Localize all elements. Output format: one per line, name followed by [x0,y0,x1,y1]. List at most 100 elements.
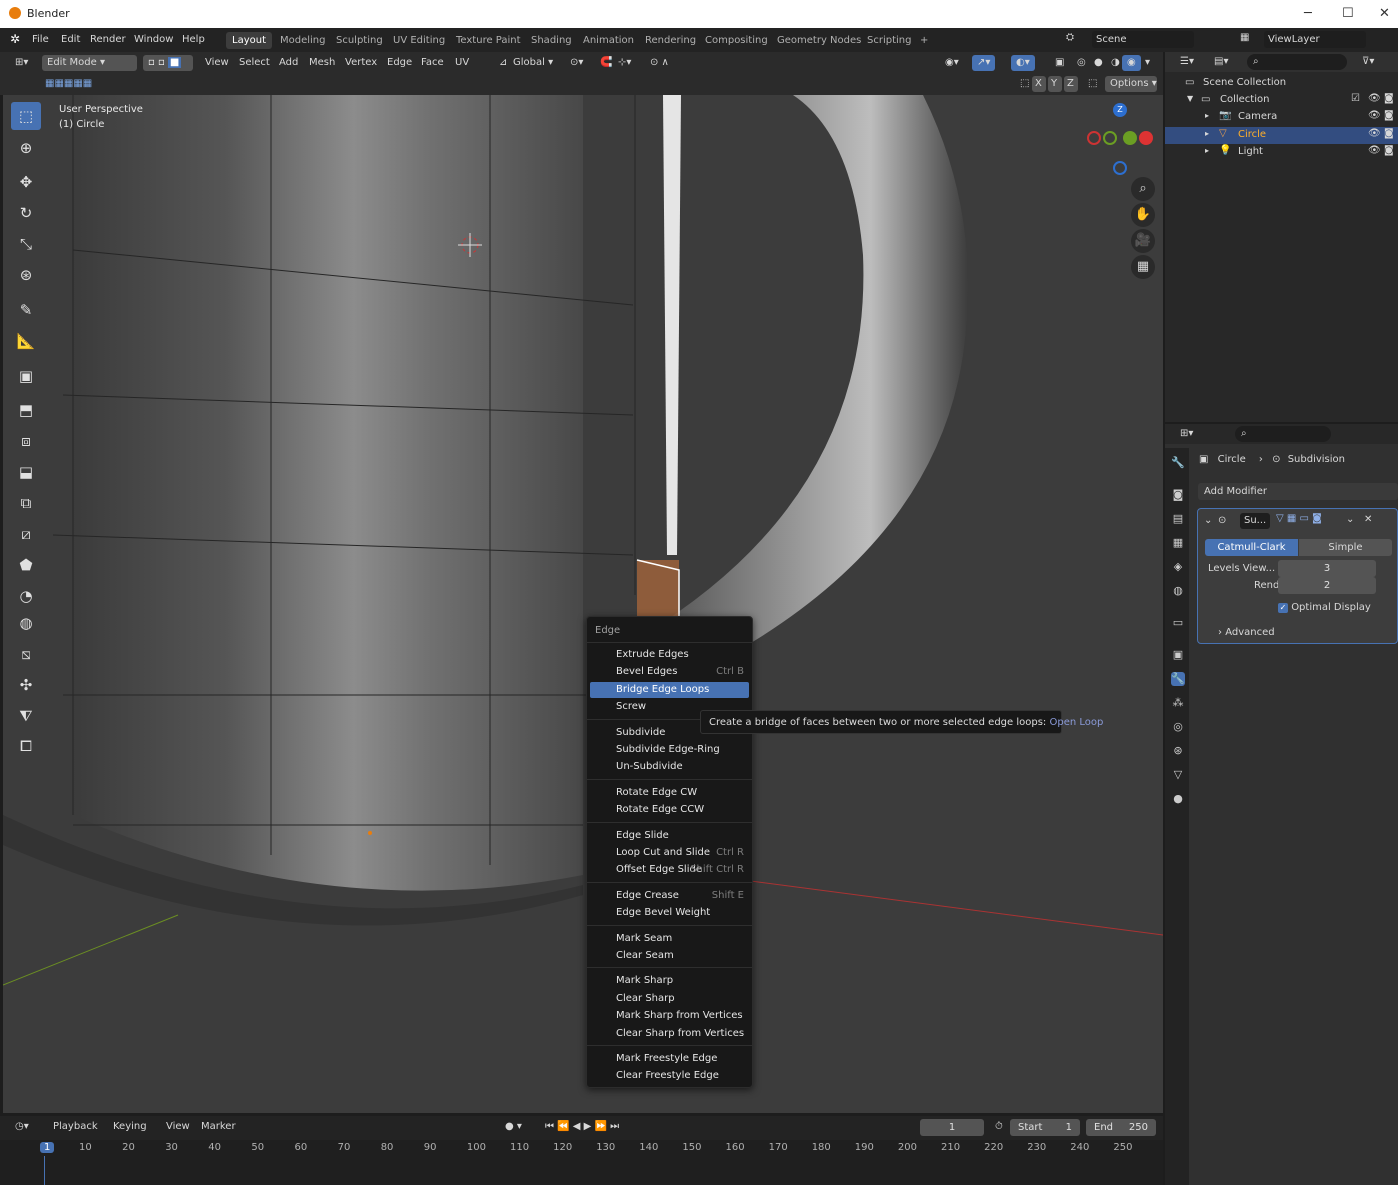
tab-rendering[interactable]: Rendering [639,32,702,49]
editor-type-icon[interactable]: ⊞▾ [10,55,33,71]
constraints-tab-icon[interactable]: ⊛ [1171,744,1185,758]
properties-editor-icon[interactable]: ⊞▾ [1175,426,1198,442]
bevel-tool-icon[interactable]: ⬓ [11,458,41,486]
shear-tool-icon[interactable]: ⧨ [11,702,41,730]
pivot-icon[interactable]: ⊙▾ [565,55,588,71]
shading-options-icon[interactable]: ▾ [1140,55,1155,71]
minimize-icon[interactable]: ─ [1304,6,1312,21]
particles-tab-icon[interactable]: ⁂ [1171,696,1185,710]
move-tool-icon[interactable]: ✥ [11,168,41,196]
simple-button[interactable]: Simple [1299,539,1392,556]
current-frame-field[interactable]: 1 [920,1119,984,1136]
camera-render-icon[interactable]: ◙ [1384,145,1394,156]
menu-item-rotate-edge-cw[interactable]: Rotate Edge CW [590,785,749,801]
edge-slide-tool-icon[interactable]: ⧅ [11,640,41,668]
menu-item-bridge-edge-loops[interactable]: Bridge Edge Loops [590,681,749,698]
select-box-modes[interactable]: ▦▦▦▦▦ [40,76,97,92]
outliner-item-camera[interactable]: ▸ 📷 Camera 👁 ◙ [1165,109,1398,126]
advanced-subpanel[interactable]: › Advanced [1218,627,1275,638]
tab-shading[interactable]: Shading [525,32,578,49]
extrude-tool-icon[interactable]: ⬒ [11,396,41,424]
perspective-toggle-icon[interactable]: ▦ [1131,255,1155,279]
annotate-tool-icon[interactable]: ✎ [11,296,41,324]
camera-render-icon[interactable]: ◙ [1384,110,1394,121]
tab-modeling[interactable]: Modeling [274,32,332,49]
tab-compositing[interactable]: Compositing [699,32,774,49]
filter-icon[interactable]: ⊽▾ [1357,54,1379,70]
gizmo-toggle-icon[interactable]: ↗▾ [972,55,996,71]
levels-viewport-field[interactable]: 3 [1278,560,1376,577]
transform-tool-icon[interactable]: ⊛ [11,261,41,289]
tab-texture-paint[interactable]: Texture Paint [450,32,527,49]
maximize-icon[interactable]: ☐ [1342,6,1354,21]
menu-item-mark-freestyle-edge[interactable]: Mark Freestyle Edge [590,1051,749,1067]
outliner-item-circle[interactable]: ▸ ▽ Circle 👁 ◙ [1165,126,1398,144]
menu-item-un-subdivide[interactable]: Un-Subdivide [590,759,749,775]
tab-layout[interactable]: Layout [226,32,272,49]
expand-icon[interactable]: ▸ [1205,129,1209,138]
menu-item-loop-cut-and-slide[interactable]: Loop Cut and Slide Ctrl R [590,845,749,861]
tab-geometry-nodes[interactable]: Geometry Nodes [771,32,867,49]
add-workspace-button[interactable]: + [914,32,934,49]
camera-render-icon[interactable]: ◙ [1384,128,1394,139]
collapse-icon[interactable]: ▼ [1187,94,1193,103]
menu-item-mark-sharp[interactable]: Mark Sharp [590,973,749,989]
menu-item-mark-sharp-from-vertices[interactable]: Mark Sharp from Vertices [590,1008,749,1024]
close-icon[interactable]: ✕ [1379,6,1390,21]
options-button[interactable]: Options ▾ [1105,76,1157,92]
record-icon[interactable]: ● ▾ [500,1119,527,1135]
viewport-menu-edge[interactable]: Edge [382,55,417,71]
modifier-dropdown-icon[interactable]: ⌄ [1346,514,1354,525]
viewport-menu-view[interactable]: View [200,55,234,71]
eye-icon[interactable]: 👁 [1368,128,1381,139]
scene-tab-icon[interactable]: ◈ [1171,560,1185,574]
poly-build-tool-icon[interactable]: ⬟ [11,551,41,579]
smooth-tool-icon[interactable]: ◍ [11,609,41,637]
menu-render[interactable]: Render [90,34,126,45]
solid-shading-icon[interactable]: ● [1089,55,1108,71]
menu-item-clear-seam[interactable]: Clear Seam [590,948,749,964]
tab-scripting[interactable]: Scripting [861,32,917,49]
modifier-name-field[interactable]: Su... [1240,513,1270,529]
menu-help[interactable]: Help [182,34,205,45]
timeline-menu-keying[interactable]: Keying [108,1119,152,1135]
tab-uv-editing[interactable]: UV Editing [387,32,451,49]
select-box-tool-icon[interactable]: ⬚ [11,102,41,130]
rip-tool-icon[interactable]: ⧠ [11,732,41,760]
outliner-search-icon[interactable]: ⌕ [1247,54,1347,70]
object-tab-icon[interactable]: ▣ [1171,648,1185,662]
menu-item-edge-bevel-weight[interactable]: Edge Bevel Weight [590,905,749,921]
render-tab-icon[interactable]: ◙ [1171,488,1185,502]
remove-modifier-icon[interactable]: ✕ [1364,514,1372,525]
eye-icon[interactable]: 👁 [1368,145,1381,156]
data-tab-icon[interactable]: ▽ [1171,768,1185,782]
menu-item-mark-seam[interactable]: Mark Seam [590,931,749,947]
viewport-menu-select[interactable]: Select [234,55,275,71]
auto-merge-icon[interactable]: ⬚ [1083,76,1102,92]
menu-file[interactable]: File [32,34,49,45]
eye-icon[interactable]: 👁 [1368,110,1381,121]
timeline-menu-playback[interactable]: Playback [48,1119,103,1135]
checkbox-icon[interactable]: ☑ [1351,93,1360,104]
scene-icon[interactable]: ⛭ [1066,32,1074,43]
start-frame-field[interactable]: Start 1 [1010,1119,1080,1136]
collection-row[interactable]: ▼ ▭ Collection ☑ 👁 ◙ [1165,92,1398,109]
knife-tool-icon[interactable]: ⧄ [11,520,41,548]
tab-sculpting[interactable]: Sculpting [330,32,389,49]
viewport-menu-mesh[interactable]: Mesh [304,55,340,71]
timeline-menu-view[interactable]: View [161,1119,195,1135]
viewport-menu-vertex[interactable]: Vertex [340,55,382,71]
gizmo-neg-y[interactable] [1103,131,1117,145]
view-layer-selector[interactable]: ViewLayer [1264,31,1366,48]
shrink-fatten-tool-icon[interactable]: ✣ [11,671,41,699]
output-tab-icon[interactable]: ▤ [1171,512,1185,526]
wireframe-shading-icon[interactable]: ◎ [1072,55,1091,71]
menu-item-clear-sharp-from-vertices[interactable]: Clear Sharp from Vertices [590,1026,749,1042]
view-layer-tab-icon[interactable]: ▦ [1171,536,1185,550]
menu-edit[interactable]: Edit [61,34,80,45]
mode-selector[interactable]: Edit Mode ▾ [42,55,137,71]
outliner-item-light[interactable]: ▸ 💡 Light 👁 ◙ [1165,144,1398,161]
measure-tool-icon[interactable]: 📐 [11,327,41,355]
timeline-menu-marker[interactable]: Marker [196,1119,241,1135]
blender-menu-icon[interactable]: ✲ [10,32,20,46]
